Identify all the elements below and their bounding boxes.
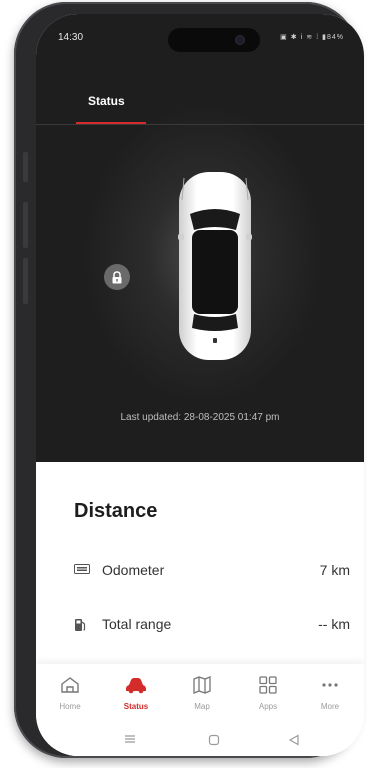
nav-apps[interactable]: Apps xyxy=(238,676,298,711)
volume-up-button xyxy=(23,202,28,248)
lock-button[interactable] xyxy=(104,264,130,290)
fuel-pump-icon xyxy=(75,619,86,631)
odometer-label: Odometer xyxy=(102,562,165,578)
odometer-icon xyxy=(74,564,90,574)
total-range-row[interactable]: Total range -- km xyxy=(74,610,350,640)
odometer-row[interactable]: Odometer 7 km xyxy=(74,556,350,586)
screen: 14:30 ▣ ✱ ⅰ ≋ ⁞ ▮84% Status Last updated… xyxy=(36,14,364,756)
phone-frame: 14:30 ▣ ✱ ⅰ ≋ ⁞ ▮84% Status Last updated… xyxy=(14,2,364,758)
nav-map[interactable]: Map xyxy=(172,676,232,711)
total-range-label: Total range xyxy=(102,616,172,632)
nav-apps-label: Apps xyxy=(258,702,278,711)
system-icons: ▣ ✱ ⅰ ≋ ⁞ ▮84% xyxy=(280,34,344,41)
back-icon[interactable] xyxy=(288,734,300,746)
nav-home[interactable]: Home xyxy=(40,676,100,711)
more-icon xyxy=(322,683,338,687)
distance-title: Distance xyxy=(74,500,158,522)
odometer-value: 7 km xyxy=(319,562,350,578)
home-gesture-icon[interactable] xyxy=(208,734,220,746)
camera-icon xyxy=(236,36,244,44)
nav-more[interactable]: More xyxy=(300,676,360,711)
car-icon xyxy=(126,678,146,694)
home-icon xyxy=(61,677,79,693)
lock-icon xyxy=(112,270,122,283)
vehicle-panel: 14:30 ▣ ✱ ⅰ ≋ ⁞ ▮84% Status Last updated… xyxy=(36,14,364,462)
bottom-navigation: Home Status Map Apps More xyxy=(36,664,364,756)
tab-status[interactable]: Status xyxy=(88,94,125,108)
nav-map-label: Map xyxy=(194,702,210,711)
total-range-value: -- km xyxy=(318,616,350,632)
status-time: 14:30 xyxy=(58,32,84,43)
volume-down-button xyxy=(23,258,28,304)
map-icon xyxy=(193,676,211,694)
last-updated-text: Last updated: 28-08-2025 01:47 pm xyxy=(120,412,280,423)
side-button xyxy=(23,152,28,182)
apps-icon xyxy=(259,676,277,694)
recent-apps-icon[interactable] xyxy=(124,734,136,744)
nav-status-label: Status xyxy=(123,702,149,711)
nav-more-label: More xyxy=(320,702,340,711)
car-top-view-icon xyxy=(178,172,252,360)
nav-status[interactable]: Status xyxy=(106,676,166,711)
nav-home-label: Home xyxy=(59,702,81,711)
dynamic-island xyxy=(168,28,260,52)
tab-divider xyxy=(36,124,364,125)
